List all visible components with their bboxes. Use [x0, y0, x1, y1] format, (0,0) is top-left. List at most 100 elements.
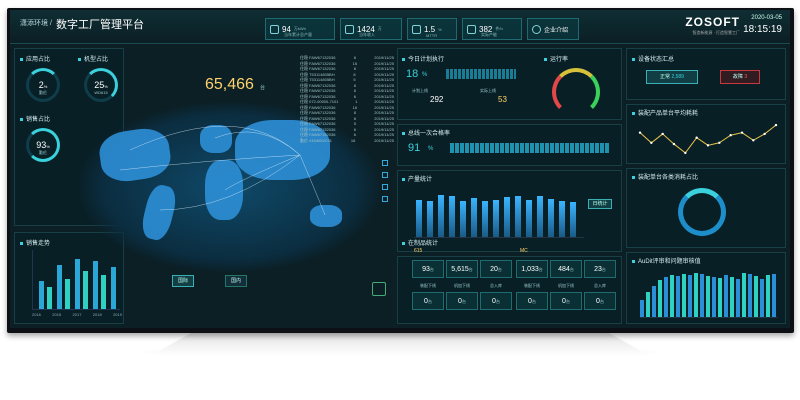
plan-percent-unit: %	[422, 72, 428, 78]
table-cell: 16	[350, 137, 356, 143]
stock-label: 总入库	[490, 283, 502, 288]
stock-value: 93	[422, 266, 430, 273]
stock-value: 484	[558, 266, 570, 273]
stock-cell[interactable]: 93台	[412, 260, 444, 278]
fault-status-button[interactable]: 故障 3	[720, 70, 760, 84]
stock-cell[interactable]: 20台	[480, 260, 512, 278]
brand-logo: ZOSOFT	[685, 15, 740, 29]
production-bar	[416, 199, 422, 237]
audit-bar	[766, 275, 770, 317]
normal-status-button[interactable]: 正常 2,589	[646, 70, 698, 84]
kpi-capacity-label: 实际产能	[481, 32, 497, 37]
consume-point	[661, 132, 664, 136]
audit-bar	[694, 273, 698, 317]
stock-cell[interactable]: 5,615台	[446, 260, 478, 278]
audit-bar	[676, 276, 680, 317]
audit-bar	[772, 274, 776, 317]
map-control[interactable]	[382, 172, 388, 178]
stock-title: 在制品统计	[402, 238, 438, 247]
kpi-mttr-label: MTTR	[426, 33, 438, 38]
audit-bar	[640, 299, 644, 317]
kpi-mttr[interactable]: 1.5 % MTTR	[407, 18, 457, 40]
stock-cell[interactable]: 0台	[584, 292, 616, 310]
stock-unit: 台	[429, 267, 434, 272]
stock-unit: 台	[495, 299, 500, 304]
consume-point	[638, 131, 642, 134]
map-control[interactable]	[382, 196, 388, 202]
stock-cell[interactable]: 0台	[446, 292, 478, 310]
production-bar	[449, 196, 455, 237]
stock-label: 机加下线	[454, 283, 470, 288]
audit-bar	[658, 279, 662, 317]
brand-subtitle: 智造新能源 · 打造智慧工厂	[692, 30, 740, 35]
display-stage: 潇添环境 / 数字工厂管理平台 94 万kWh 当年累计总产量 1424 万 当…	[0, 0, 800, 400]
unit-consume-chart	[638, 123, 778, 155]
consume-point	[706, 144, 710, 147]
table-row[interactable]: 勤伦 415/600/C01 16 2019/11/25	[300, 138, 394, 144]
kpi-capacity[interactable]: 382 件/h 实际产能	[462, 18, 522, 40]
stock-cell[interactable]: 23台	[584, 260, 616, 278]
stock-label: 装配下线	[420, 283, 436, 288]
production-bar	[493, 199, 499, 237]
stock-label: 机加下线	[558, 283, 574, 288]
stock-cell[interactable]: 0台	[412, 292, 444, 310]
stock-cell[interactable]: 0台	[550, 292, 582, 310]
production-bar	[526, 199, 532, 237]
audit-bar	[652, 286, 656, 317]
stock-cell[interactable]: 484台	[550, 260, 582, 278]
first-pass-title: 总线一次合格率	[402, 128, 450, 137]
stock-cell[interactable]: 0台	[516, 292, 548, 310]
stock-unit: 台	[599, 299, 604, 304]
stock-cell[interactable]: 1,033台	[516, 260, 548, 278]
audit-bar	[730, 277, 734, 317]
consume-line	[639, 124, 777, 154]
consume-point	[740, 131, 744, 134]
map-side-controls	[382, 160, 388, 270]
audit-bar	[754, 275, 758, 317]
cube-icon[interactable]	[372, 282, 386, 296]
fault-value: 3	[744, 74, 748, 80]
stock-unit: 台	[427, 299, 432, 304]
audit-bar	[670, 274, 674, 317]
consume-point	[774, 123, 778, 127]
production-bar	[504, 197, 510, 237]
device-status-title: 设备状态汇总	[632, 54, 674, 63]
stock-value: 23	[594, 266, 602, 273]
audit-bar	[748, 274, 752, 317]
map-control[interactable]	[382, 160, 388, 166]
date-display: 2020-03-05	[751, 15, 782, 21]
international-button[interactable]: 国际	[172, 275, 194, 287]
consume-point	[672, 142, 676, 146]
table-cell: 勤伦 415/600/C01	[300, 137, 333, 143]
consume-point	[718, 141, 721, 144]
production-bar	[427, 200, 433, 237]
audit-bar	[646, 292, 650, 317]
time-display: 18:15:19	[743, 24, 782, 35]
map-control[interactable]	[382, 184, 388, 190]
company-intro-button[interactable]: 企业介绍	[527, 18, 579, 40]
production-bar	[537, 196, 543, 237]
actual-line-value: 53	[498, 95, 507, 104]
run-rate-title: 运行率	[544, 54, 568, 63]
production-bar	[482, 200, 488, 237]
consume-point	[650, 141, 653, 144]
total-sales-value: 65,466	[205, 76, 254, 93]
plan-progress	[446, 69, 516, 79]
consume-point	[763, 132, 766, 136]
audit-bar	[682, 274, 686, 317]
audit-bar	[706, 276, 710, 317]
gear-icon	[467, 24, 476, 34]
play-icon	[532, 24, 541, 34]
audit-bar	[724, 275, 728, 317]
plan-line-label: 计划上线	[412, 88, 428, 93]
audit-bar	[760, 278, 764, 317]
stock-cell[interactable]: 0台	[480, 292, 512, 310]
daily-stat-button[interactable]: 日统计	[588, 199, 612, 209]
first-pass-value: 91	[408, 142, 421, 154]
production-bar	[559, 200, 565, 237]
run-rate-gauge	[552, 68, 600, 116]
consume-point	[752, 139, 755, 142]
audit-bar	[718, 278, 722, 317]
production-bar	[548, 198, 554, 237]
domestic-button[interactable]: 国内	[225, 275, 247, 287]
